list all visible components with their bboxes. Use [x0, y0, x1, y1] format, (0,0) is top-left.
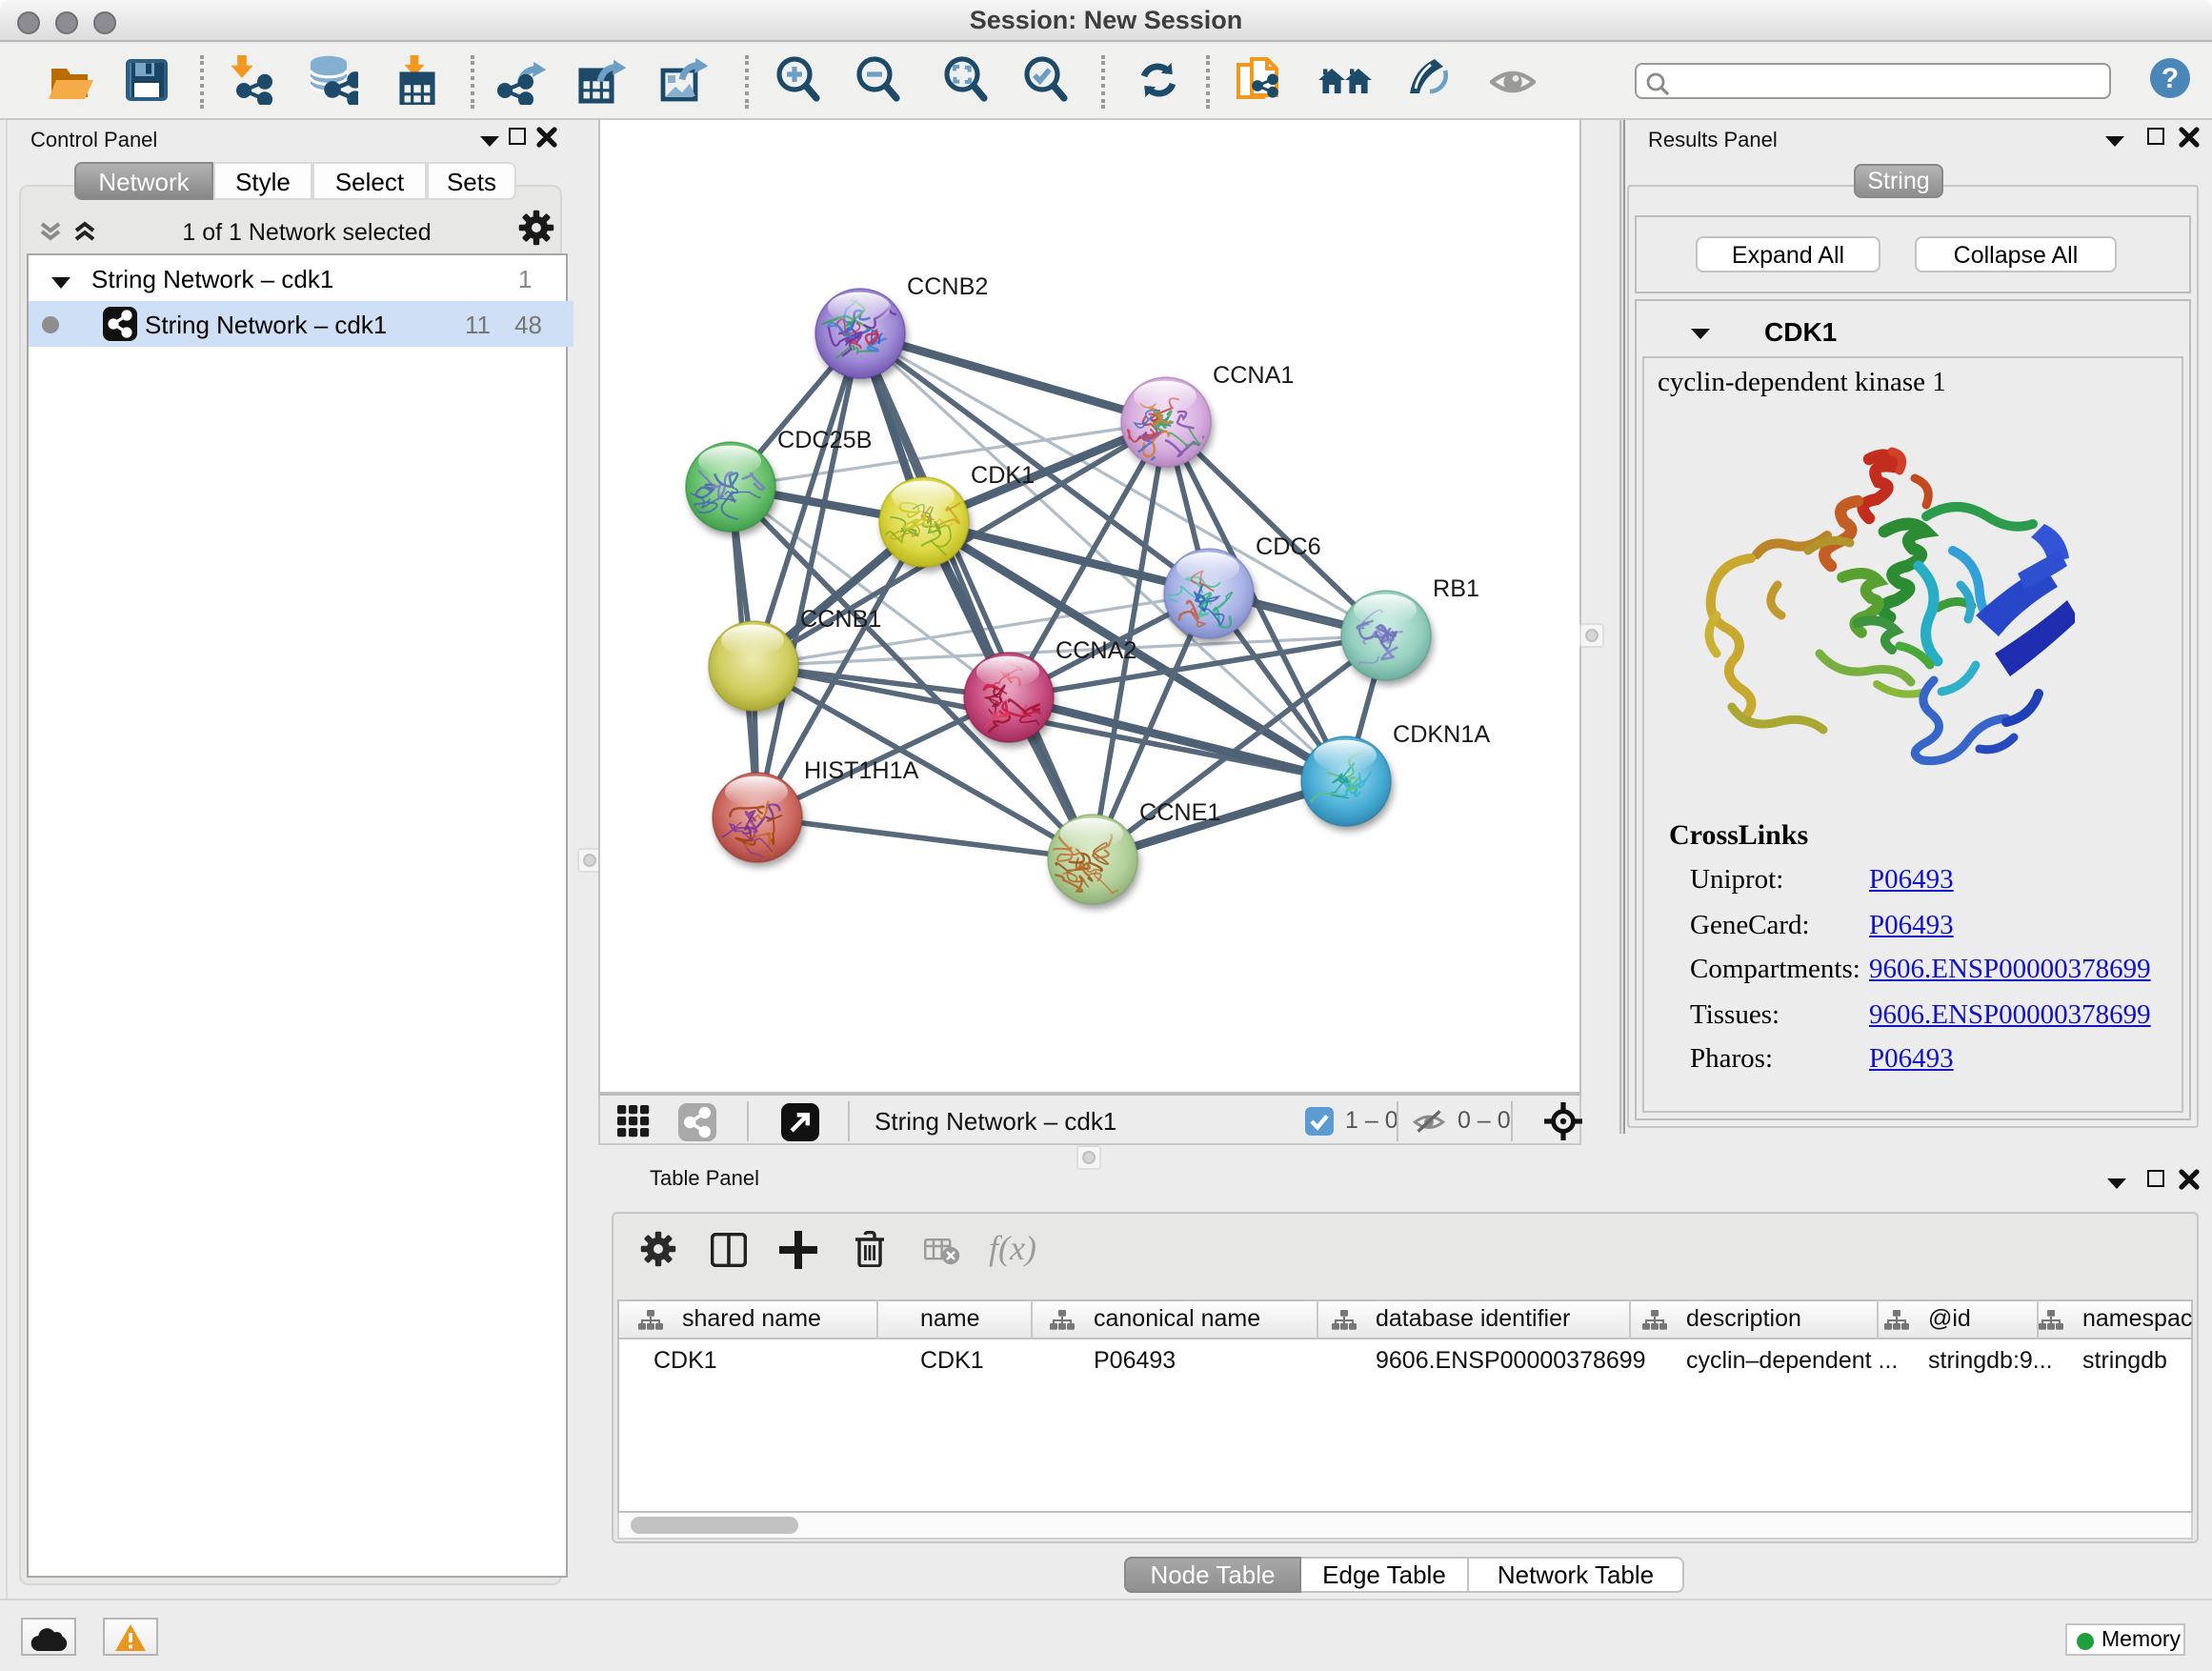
svg-text:CDC6: CDC6 — [1256, 534, 1321, 560]
svg-text:CCNA1: CCNA1 — [1213, 362, 1294, 389]
svg-text:CCNB2: CCNB2 — [907, 273, 988, 300]
svg-text:CDC25B: CDC25B — [777, 427, 872, 453]
svg-text:?: ? — [2162, 63, 2179, 94]
svg-text:RB1: RB1 — [1433, 575, 1479, 602]
svg-text:CDK1: CDK1 — [971, 462, 1035, 489]
svg-text:CCNE1: CCNE1 — [1139, 799, 1220, 826]
svg-text:CDKN1A: CDKN1A — [1393, 721, 1490, 748]
svg-text:CCNB1: CCNB1 — [800, 606, 881, 633]
svg-text:HIST1H1A: HIST1H1A — [804, 757, 919, 784]
svg-text:CCNA2: CCNA2 — [1056, 637, 1136, 664]
